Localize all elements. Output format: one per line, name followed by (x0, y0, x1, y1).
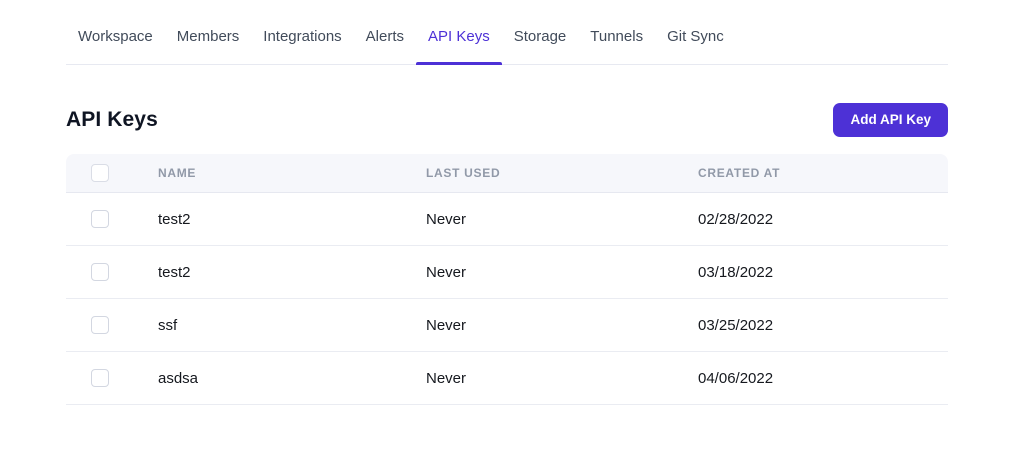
add-api-key-button[interactable]: Add API Key (833, 103, 948, 137)
created-at-cell: 04/06/2022 (698, 352, 948, 405)
key-name-cell: ssf (158, 299, 426, 352)
page-header: API Keys Add API Key (66, 103, 948, 137)
row-checkbox[interactable] (91, 369, 109, 387)
key-name-cell: asdsa (158, 352, 426, 405)
tab-workspace[interactable]: Workspace (66, 20, 165, 64)
row-checkbox-cell (66, 352, 158, 405)
tab-tunnels[interactable]: Tunnels (578, 20, 655, 64)
created-at-cell: 03/25/2022 (698, 299, 948, 352)
api-keys-table: NAME LAST USED CREATED AT test2 Never 02… (66, 154, 948, 406)
tab-label: Storage (514, 28, 567, 45)
select-all-cell (66, 154, 158, 193)
last-used-cell: Never (426, 246, 698, 299)
page-title: API Keys (66, 108, 158, 132)
last-used-cell: Never (426, 299, 698, 352)
created-at-cell: 03/18/2022 (698, 246, 948, 299)
tab-label: Alerts (366, 28, 404, 45)
row-checkbox-cell (66, 299, 158, 352)
tab-git-sync[interactable]: Git Sync (655, 20, 736, 64)
table-row: test2 Never 02/28/2022 (66, 193, 948, 246)
row-checkbox-cell (66, 246, 158, 299)
last-used-cell: Never (426, 193, 698, 246)
key-name-cell: test2 (158, 193, 426, 246)
row-checkbox[interactable] (91, 210, 109, 228)
table-header-row: NAME LAST USED CREATED AT (66, 154, 948, 193)
table-row: test2 Never 03/18/2022 (66, 246, 948, 299)
tab-members[interactable]: Members (165, 20, 252, 64)
tab-label: Members (177, 28, 240, 45)
row-checkbox-cell (66, 193, 158, 246)
key-name-cell: test2 (158, 246, 426, 299)
tab-label: Tunnels (590, 28, 643, 45)
tab-alerts[interactable]: Alerts (354, 20, 416, 64)
settings-page: Workspace Members Integrations Alerts AP… (66, 0, 948, 405)
api-keys-table-body: test2 Never 02/28/2022 test2 Never 03/18… (66, 193, 948, 405)
tab-storage[interactable]: Storage (502, 20, 579, 64)
tab-label: Workspace (78, 28, 153, 45)
created-at-cell: 02/28/2022 (698, 193, 948, 246)
tab-label: Integrations (263, 28, 341, 45)
select-all-checkbox[interactable] (91, 164, 109, 182)
column-header-name: NAME (158, 154, 426, 193)
tab-label: API Keys (428, 28, 490, 45)
tab-api-keys[interactable]: API Keys (416, 20, 502, 64)
table-row: asdsa Never 04/06/2022 (66, 352, 948, 405)
tab-bar: Workspace Members Integrations Alerts AP… (66, 20, 948, 65)
tab-integrations[interactable]: Integrations (251, 20, 353, 64)
tab-label: Git Sync (667, 28, 724, 45)
row-checkbox[interactable] (91, 263, 109, 281)
last-used-cell: Never (426, 352, 698, 405)
row-checkbox[interactable] (91, 316, 109, 334)
table-row: ssf Never 03/25/2022 (66, 299, 948, 352)
column-header-created-at: CREATED AT (698, 154, 948, 193)
column-header-last-used: LAST USED (426, 154, 698, 193)
